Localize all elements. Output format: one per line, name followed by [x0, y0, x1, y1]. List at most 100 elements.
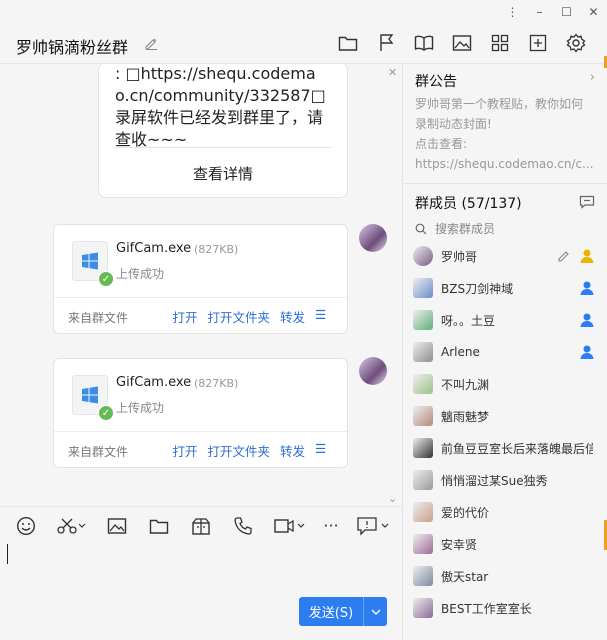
- edit-name-icon[interactable]: [144, 36, 158, 50]
- edit-icon[interactable]: [557, 248, 571, 262]
- file-status: 上传成功: [116, 401, 165, 415]
- album-icon[interactable]: [451, 32, 473, 54]
- avatar[interactable]: [359, 357, 387, 385]
- pin-icon[interactable]: ⋮: [499, 0, 526, 24]
- avatar[interactable]: [413, 246, 433, 266]
- open-folder-link[interactable]: 打开文件夹: [207, 441, 270, 460]
- card-divider: [54, 297, 347, 298]
- file-message-card[interactable]: ✓ GifCam.exe (827KB) 上传成功 来自群文件 打开 打开文件夹…: [53, 224, 348, 334]
- member-row[interactable]: 安幸贤: [403, 528, 607, 560]
- member-row[interactable]: BZS刀剑神域: [403, 272, 607, 304]
- message-line: : □https://shequ.codema: [115, 64, 316, 83]
- open-folder-link[interactable]: 打开文件夹: [207, 307, 270, 326]
- file-actions: 打开 打开文件夹 转发 ☰: [172, 307, 329, 326]
- header-toolbar: [337, 32, 587, 54]
- avatar[interactable]: [413, 598, 433, 618]
- more-icon[interactable]: ···: [320, 514, 342, 538]
- feedback-icon[interactable]: [356, 514, 390, 538]
- admin-badge-icon: [580, 345, 594, 359]
- member-name: 呀。。土豆: [441, 313, 496, 328]
- announcement-line: 罗帅哥第一个教程贴，教你如何: [415, 97, 584, 111]
- avatar[interactable]: [413, 566, 433, 586]
- member-name: 悄悄溜过某Sue独秀: [441, 473, 548, 488]
- member-row[interactable]: 悄悄溜过某Sue独秀: [403, 464, 607, 496]
- member-row[interactable]: 傲天star: [403, 560, 607, 592]
- avatar[interactable]: [413, 534, 433, 554]
- emoji-icon[interactable]: [14, 514, 38, 538]
- member-row[interactable]: 呀。。土豆: [403, 304, 607, 336]
- more-menu-icon[interactable]: ☰: [315, 307, 329, 326]
- search-icon: [415, 223, 427, 234]
- send-label[interactable]: 发送(S): [299, 597, 363, 626]
- folder-icon[interactable]: [337, 32, 359, 54]
- more-menu-icon[interactable]: ☰: [315, 441, 329, 460]
- message-line: 录屏软件已经发到群里了，请: [115, 108, 324, 127]
- announcement-content[interactable]: 罗帅哥第一个教程贴，教你如何 录制动态封面! 点击查看: https://she…: [415, 94, 595, 174]
- avatar[interactable]: [413, 470, 433, 490]
- apps-icon[interactable]: [489, 32, 511, 54]
- add-app-icon[interactable]: [527, 32, 549, 54]
- avatar[interactable]: [413, 342, 433, 362]
- member-row[interactable]: 魑雨魅梦: [403, 400, 607, 432]
- owner-badge-icon: [580, 249, 594, 263]
- image-icon[interactable]: [106, 514, 128, 538]
- member-row[interactable]: 前鱼豆豆室长后来落魄最后信: [403, 432, 607, 464]
- message-line: o.cn/community/332587□: [115, 86, 326, 105]
- member-list[interactable]: 罗帅哥 BZS刀剑神域呀。。土豆 Arlene 不叫九渊魑雨魅梦前鱼豆豆室长后来落魄最…: [403, 240, 607, 624]
- send-button[interactable]: 发送(S): [299, 597, 387, 626]
- search-placeholder[interactable]: 搜索群成员: [435, 220, 495, 237]
- file-actions: 打开 打开文件夹 转发 ☰: [172, 441, 329, 460]
- text-caret: [7, 544, 8, 564]
- video-call-icon[interactable]: [274, 514, 306, 538]
- open-file-link[interactable]: 打开: [172, 441, 197, 460]
- avatar[interactable]: [413, 310, 433, 330]
- member-name: 前鱼豆豆室长后来落魄最后信: [441, 441, 593, 456]
- chevron-right-icon[interactable]: ›: [590, 70, 595, 85]
- upload-success-icon: ✓: [98, 271, 114, 287]
- minimize-button[interactable]: –: [526, 0, 553, 24]
- screenshot-scissors-icon[interactable]: [56, 514, 88, 538]
- panel-separator: [403, 183, 607, 184]
- chat-window: ⋮ – ☐ ✕ 罗帅锅滴粉丝群 : □https://shequ.codema …: [0, 0, 607, 640]
- scroll-down-icon[interactable]: ⌄: [388, 492, 397, 505]
- gift-icon[interactable]: [190, 514, 212, 538]
- chat-header: 罗帅锅滴粉丝群: [0, 24, 607, 64]
- avatar[interactable]: [413, 438, 433, 458]
- avatar[interactable]: [359, 224, 387, 252]
- avatar[interactable]: [413, 278, 433, 298]
- collapse-up-icon[interactable]: ✕: [388, 66, 397, 79]
- avatar[interactable]: [413, 406, 433, 426]
- member-row[interactable]: 罗帅哥: [403, 240, 607, 272]
- phone-icon[interactable]: [232, 514, 254, 538]
- member-search[interactable]: 搜索群成员: [415, 220, 495, 237]
- forward-link[interactable]: 转发: [280, 307, 305, 326]
- maximize-button[interactable]: ☐: [553, 0, 580, 24]
- view-details-link[interactable]: 查看详情: [99, 163, 347, 184]
- announcement-title[interactable]: 群公告: [415, 71, 457, 91]
- member-row[interactable]: BEST工作室室长: [403, 592, 607, 624]
- file-message-card[interactable]: ✓ GifCam.exe (827KB) 上传成功 来自群文件 打开 打开文件夹…: [53, 358, 348, 468]
- close-button[interactable]: ✕: [580, 0, 607, 24]
- member-message-icon[interactable]: [579, 194, 595, 210]
- message-input[interactable]: 发送(S): [0, 544, 402, 640]
- avatar[interactable]: [413, 374, 433, 394]
- book-icon[interactable]: [413, 32, 435, 54]
- settings-icon[interactable]: [565, 32, 587, 54]
- group-side-panel: 群公告 › 罗帅哥第一个教程贴，教你如何 录制动态封面! 点击查看: https…: [403, 64, 607, 640]
- link-message-card[interactable]: : □https://shequ.codema o.cn/community/3…: [98, 64, 348, 198]
- flag-icon[interactable]: [375, 32, 397, 54]
- message-list[interactable]: : □https://shequ.codema o.cn/community/3…: [0, 64, 402, 506]
- chevron-down-icon[interactable]: [363, 597, 387, 626]
- open-file-link[interactable]: 打开: [172, 307, 197, 326]
- file-source: 来自群文件: [68, 311, 129, 325]
- member-row[interactable]: 爱的代价: [403, 496, 607, 528]
- member-name: BEST工作室室长: [441, 601, 532, 616]
- folder-icon[interactable]: [148, 514, 170, 538]
- member-row[interactable]: 不叫九渊: [403, 368, 607, 400]
- members-title: 群成员 (57/137): [415, 196, 522, 212]
- member-name: 魑雨魅梦: [441, 409, 490, 424]
- member-row[interactable]: Arlene: [403, 336, 607, 368]
- forward-link[interactable]: 转发: [280, 441, 305, 460]
- member-name: 傲天star: [441, 569, 489, 584]
- avatar[interactable]: [413, 502, 433, 522]
